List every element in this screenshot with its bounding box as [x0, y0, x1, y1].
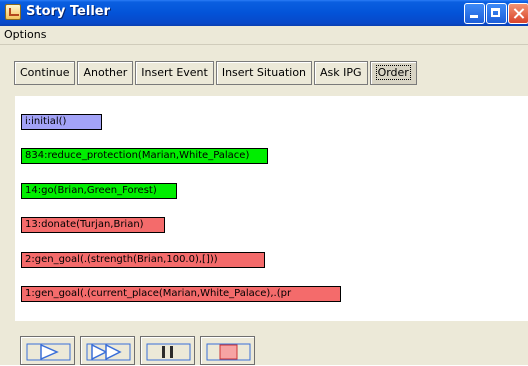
fast-forward-icon: [86, 343, 131, 361]
toolbar: Continue Another Insert Event Insert Sit…: [14, 61, 419, 85]
order-button-label: Order: [375, 65, 411, 80]
maximize-button[interactable]: [486, 3, 507, 24]
title-bar[interactable]: Story Teller: [0, 0, 528, 26]
insert-event-button[interactable]: Insert Event: [135, 61, 214, 85]
pause-button[interactable]: [140, 336, 195, 365]
event-node-gen-goal-strength[interactable]: 2:gen_goal(.(strength(Brian,100.0),[])): [21, 252, 265, 268]
order-button[interactable]: Order: [369, 61, 417, 85]
play-icon: [26, 343, 71, 361]
play-button[interactable]: [20, 336, 75, 365]
minimize-button[interactable]: [464, 3, 485, 24]
story-teller-window: Story Teller Options Continue Another In…: [0, 0, 528, 365]
event-node-go[interactable]: 14:go(Brian,Green_Forest): [21, 183, 177, 199]
menu-options[interactable]: Options: [4, 28, 46, 41]
event-node-gen-goal-current-place[interactable]: 1:gen_goal(.(current_place(Marian,White_…: [21, 286, 341, 302]
event-node-initial[interactable]: i:initial(): [21, 114, 102, 130]
menu-bar: Options: [0, 26, 528, 45]
close-button[interactable]: [508, 3, 528, 24]
pause-icon: [146, 343, 191, 361]
fast-forward-button[interactable]: [80, 336, 135, 365]
event-node-donate[interactable]: 13:donate(Turjan,Brian): [21, 217, 165, 233]
window-title: Story Teller: [26, 4, 111, 19]
stop-icon: [206, 343, 251, 361]
app-icon: [5, 4, 21, 20]
stop-button[interactable]: [200, 336, 255, 365]
ask-ipg-button[interactable]: Ask IPG: [314, 61, 368, 85]
insert-situation-button[interactable]: Insert Situation: [215, 61, 313, 85]
continue-button[interactable]: Continue: [14, 61, 76, 85]
playback-controls: [0, 330, 528, 365]
another-button[interactable]: Another: [77, 61, 134, 85]
event-node-reduce-protection[interactable]: 834:reduce_protection(Marian,White_Palac…: [21, 148, 268, 164]
